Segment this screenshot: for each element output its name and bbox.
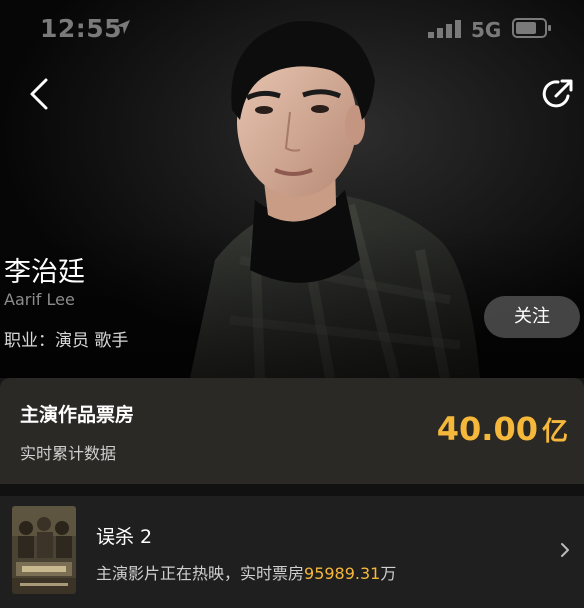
box-office-title: 主演作品票房 (20, 404, 135, 426)
network-type: 5G (471, 18, 502, 42)
chevron-right-icon (561, 543, 569, 557)
movie-amount-unit: 万 (380, 564, 397, 583)
movie-desc-prefix: 主演影片正在热映，实时票房 (96, 564, 305, 583)
actor-name: 李治廷 (4, 257, 85, 288)
box-office-subtitle: 实时累计数据 (20, 444, 117, 463)
actor-english-name: Aarif Lee (4, 290, 75, 309)
status-bar: 12:55 5G (0, 0, 584, 60)
box-office-total: 40.00 亿 (437, 410, 568, 448)
movie-description: 主演影片正在热映，实时票房95989.31万 (96, 560, 396, 584)
box-office-value: 40.00 (436, 410, 538, 448)
hero-header: 12:55 5G 李治廷 Aarif Lee 职业：演员 歌手 关注 (0, 0, 584, 378)
movie-box-office-amount: 95989.31 (304, 564, 381, 583)
follow-button[interactable]: 关注 (484, 296, 580, 338)
battery-icon (512, 18, 551, 38)
status-time: 12:55 (40, 14, 123, 43)
box-office-card: 主演作品票房 实时累计数据 40.00 亿 (0, 378, 584, 484)
movie-poster (12, 506, 76, 594)
box-office-unit: 亿 (541, 417, 568, 447)
section-divider (0, 484, 584, 496)
movie-list-item[interactable]: 误杀 2 主演影片正在热映，实时票房95989.31万 (0, 496, 584, 608)
share-icon[interactable] (538, 74, 578, 114)
movie-title: 误杀 2 (96, 526, 153, 548)
actor-profession: 职业：演员 歌手 (4, 331, 129, 351)
location-arrow-icon (116, 20, 130, 34)
signal-icon (428, 20, 461, 38)
actor-profile-screen: 12:55 5G 李治廷 Aarif Lee 职业：演员 歌手 关注 主演作品票… (0, 0, 584, 608)
back-icon[interactable] (22, 74, 60, 114)
